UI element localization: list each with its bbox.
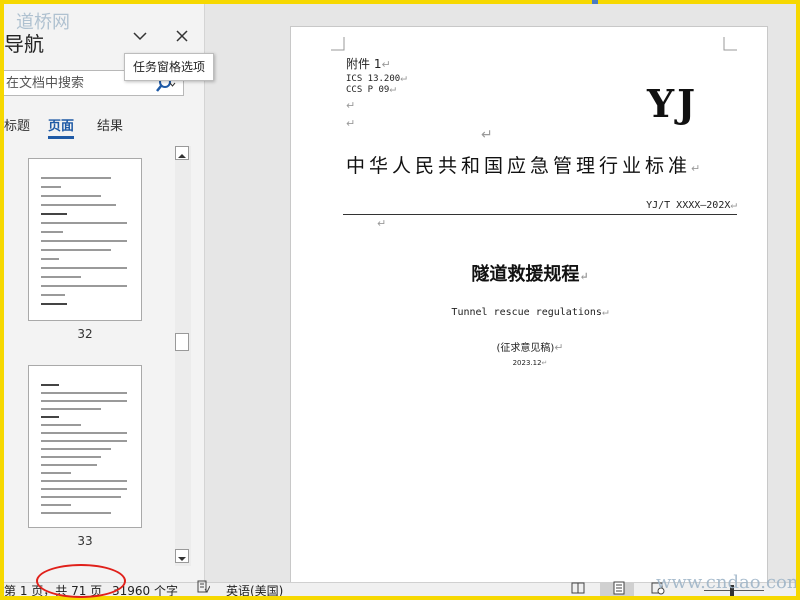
document-title: 隧道救援规程↵ [471, 264, 589, 285]
read-mode-icon[interactable] [571, 581, 585, 595]
page-thumbnail[interactable] [28, 365, 142, 528]
document-page[interactable]: 附件 1↵ ICS 13.200↵ CCS P 09↵ ↵ ↵ ↵ YJ 中华人… [290, 26, 768, 586]
tab-results[interactable]: 结果 [97, 115, 123, 134]
window-edge-marker [592, 0, 598, 4]
crop-mark [331, 37, 345, 51]
site-watermark: 道桥网 [16, 12, 70, 33]
paragraph-mark: ↵ [346, 117, 356, 130]
close-icon[interactable] [174, 26, 190, 46]
document-date: 2023.12↵ [512, 359, 548, 367]
crop-mark [723, 37, 737, 51]
attachment-label: 附件 1↵ [346, 57, 391, 71]
draft-note: (征求意见稿)↵ [496, 341, 564, 354]
annotation-ellipse [36, 564, 126, 598]
tab-headings[interactable]: 标题 [4, 115, 30, 134]
language-status[interactable]: 英语(美国) [226, 582, 283, 596]
scroll-up-arrow-icon[interactable] [175, 146, 189, 160]
navigation-pane: 导航 标题 页面 结果 [4, 4, 205, 582]
site-watermark-url: www.cndao.com [656, 572, 796, 593]
standard-category-title: 中华人民共和国应急管理行业标准↵ [346, 155, 705, 177]
proofing-icon[interactable] [196, 580, 210, 594]
print-layout-icon[interactable] [612, 581, 626, 595]
task-pane-options-tooltip: 任务窗格选项 [124, 53, 215, 81]
ccs-code: CCS P 09↵ [346, 82, 396, 95]
thumbnail-page-number: 32 [77, 327, 93, 341]
active-tab-indicator [48, 136, 74, 139]
header-rule [343, 214, 737, 215]
document-subtitle-en: Tunnel rescue regulations↵ [451, 305, 609, 318]
standard-number: YJ/T XXXX—202X↵ [646, 198, 737, 211]
thumbnail-page-number: 33 [77, 534, 93, 548]
word-window: 导航 标题 页面 结果 [4, 4, 796, 596]
paragraph-mark: ↵ [377, 217, 387, 230]
paragraph-mark: ↵ [346, 99, 356, 112]
standard-logo: YJ [647, 81, 699, 126]
thumbnail-scrollbar[interactable] [175, 146, 191, 566]
chevron-down-icon[interactable] [132, 26, 148, 46]
tab-pages[interactable]: 页面 [48, 115, 74, 134]
paragraph-mark: ↵ [481, 127, 493, 143]
document-area: 附件 1↵ ICS 13.200↵ CCS P 09↵ ↵ ↵ ↵ YJ 中华人… [205, 4, 796, 586]
page-thumbnail[interactable] [28, 158, 142, 321]
scroll-down-arrow-icon[interactable] [175, 549, 189, 563]
scrollbar-thumb[interactable] [175, 333, 189, 351]
